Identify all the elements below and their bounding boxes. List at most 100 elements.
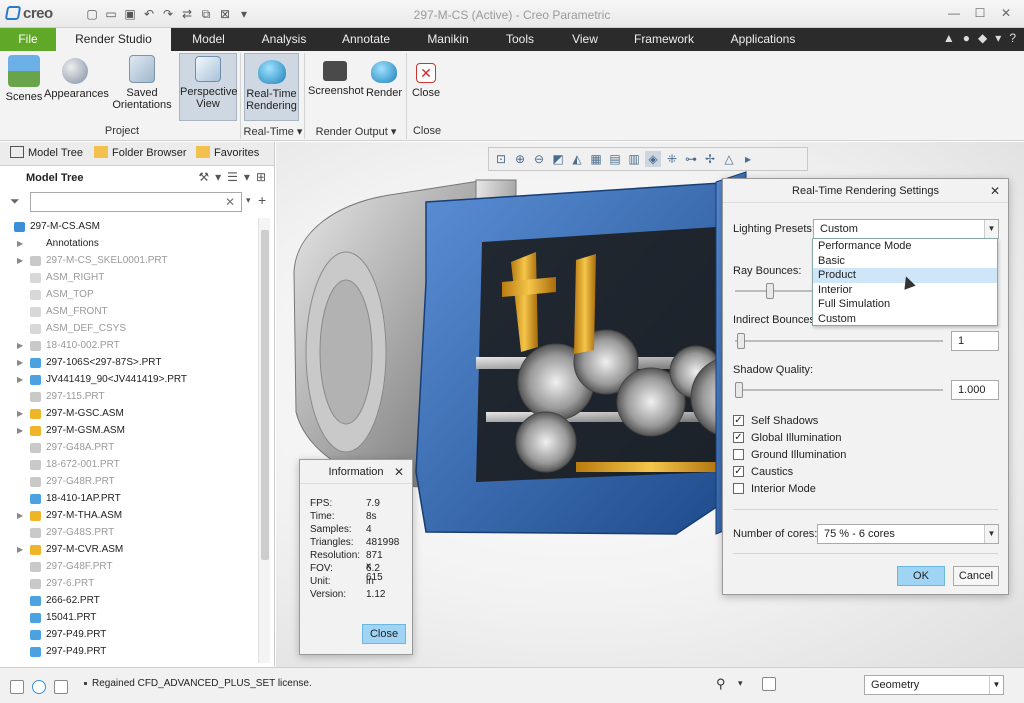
checked-box-icon[interactable]: ✓ xyxy=(733,466,744,477)
tree-row[interactable]: 18-672-001.PRT xyxy=(0,456,258,473)
ray-bounces-slider[interactable] xyxy=(766,283,774,299)
tree-row[interactable]: ▶ 297-M-THA.ASM xyxy=(0,507,258,524)
information-close-button[interactable]: Close xyxy=(362,624,406,644)
maximize-icon[interactable]: ☐ xyxy=(970,4,990,22)
expand-arrow-icon[interactable]: ▶ xyxy=(17,507,23,524)
tree-row[interactable]: 266-62.PRT xyxy=(0,592,258,609)
orient-icon[interactable]: ◭ xyxy=(569,151,585,167)
tab-favorites[interactable]: Favorites xyxy=(196,146,259,159)
tree-row[interactable]: ASM_DEF_CSYS xyxy=(0,320,258,337)
tree-row[interactable]: ▶ 297-M-GSC.ASM xyxy=(0,405,258,422)
zoom-out-icon[interactable]: ⊖ xyxy=(531,151,547,167)
expand-arrow-icon[interactable]: ▶ xyxy=(17,541,23,558)
tree-search-input[interactable]: ✕ xyxy=(30,192,242,212)
real-time-rendering-button[interactable]: Real-Time Rendering xyxy=(244,53,299,121)
group-render-output[interactable]: Render Output ▾ xyxy=(308,125,404,138)
lighting-presets-select[interactable]: Custom ▼ xyxy=(813,219,999,239)
tree-row[interactable]: 15041.PRT xyxy=(0,609,258,626)
close-button[interactable]: ✕ Close xyxy=(410,53,442,99)
tree-row[interactable]: 297-P49.PRT xyxy=(0,626,258,643)
expand-arrow-icon[interactable]: ▶ xyxy=(17,371,23,388)
tab-file[interactable]: File xyxy=(0,28,56,51)
tree-row[interactable]: 297-6.PRT xyxy=(0,575,258,592)
view-manager-icon[interactable]: ▥ xyxy=(626,151,642,167)
tree-row[interactable]: 297-G48S.PRT xyxy=(0,524,258,541)
show-icon[interactable]: ☰ xyxy=(227,170,238,184)
tree-row[interactable]: ▶ 297-M-CVR.ASM xyxy=(0,541,258,558)
tree-row[interactable]: 297-G48F.PRT xyxy=(0,558,258,575)
scenes-button[interactable]: Scenes xyxy=(4,53,44,103)
tab-annotate[interactable]: Annotate xyxy=(322,28,410,51)
browser-toggle-icon[interactable] xyxy=(32,680,46,694)
unchecked-box-icon[interactable] xyxy=(733,449,744,460)
add-icon[interactable]: + xyxy=(258,192,266,208)
tree-row[interactable]: 297-P49.PRT xyxy=(0,643,258,660)
tab-render-studio[interactable]: Render Studio xyxy=(56,28,171,51)
tree-row[interactable]: ASM_TOP xyxy=(0,286,258,303)
expand-arrow-icon[interactable]: ▶ xyxy=(17,422,23,439)
tab-framework[interactable]: Framework xyxy=(616,28,712,51)
tab-folder-browser[interactable]: Folder Browser xyxy=(94,146,187,159)
tree-row[interactable]: 297-G48R.PRT xyxy=(0,473,258,490)
cancel-button[interactable]: Cancel xyxy=(953,566,999,586)
saved-views-icon[interactable]: ▤ xyxy=(607,151,623,167)
saved-orientations-button[interactable]: Saved Orientations xyxy=(108,53,176,111)
dropdown-icon[interactable]: ▾ xyxy=(215,170,221,184)
tree-row[interactable]: 297-M-CS.ASM xyxy=(0,218,258,235)
shadow-quality-slider[interactable] xyxy=(735,382,743,398)
tab-applications[interactable]: Applications xyxy=(712,28,814,51)
indirect-bounces-input[interactable]: 1 xyxy=(951,331,999,351)
information-close-icon[interactable]: ✕ xyxy=(394,460,404,484)
checked-box-icon[interactable]: ✓ xyxy=(733,432,744,443)
window-close-icon[interactable]: ✕ xyxy=(996,4,1016,22)
repaint-icon[interactable]: ◩ xyxy=(550,151,566,167)
tree-row[interactable]: ASM_FRONT xyxy=(0,303,258,320)
number-of-cores-select[interactable]: 75 % - 6 cores ▼ xyxy=(817,524,999,544)
display-style-icon[interactable]: ▦ xyxy=(588,151,604,167)
preset-option[interactable]: Performance Mode xyxy=(813,239,997,254)
unchecked-box-icon[interactable] xyxy=(733,483,744,494)
tree-row[interactable]: 18-410-1AP.PRT xyxy=(0,490,258,507)
tab-manikin[interactable]: Manikin xyxy=(410,28,486,51)
find-dropdown-icon[interactable]: ▾ xyxy=(738,678,743,689)
tree-row[interactable]: ▶ 297-106S<297-87S>.PRT xyxy=(0,354,258,371)
preset-option[interactable]: Full Simulation xyxy=(813,297,997,312)
tab-model-tree[interactable]: Model Tree xyxy=(10,146,83,159)
search-dropdown-icon[interactable]: ▾ xyxy=(246,195,251,206)
tab-tools[interactable]: Tools xyxy=(486,28,554,51)
clear-search-icon[interactable]: ✕ xyxy=(225,195,235,209)
checked-box-icon[interactable]: ✓ xyxy=(733,415,744,426)
minimize-ribbon-icon[interactable]: ▲ xyxy=(943,31,955,45)
layers-icon[interactable]: ◆ xyxy=(978,31,987,45)
user-icon[interactable]: ● xyxy=(963,31,970,45)
tab-model[interactable]: Model xyxy=(171,28,246,51)
options-dropdown-icon[interactable]: ▾ xyxy=(995,31,1001,45)
tree-row[interactable]: ▶ Annotations xyxy=(0,235,258,252)
navigator-toggle-icon[interactable] xyxy=(10,680,24,694)
settings-icon[interactable]: ⚒ xyxy=(198,170,209,184)
tree-row[interactable]: ▶ JV441419_90<JV441419>.PRT xyxy=(0,371,258,388)
selected-items-icon[interactable] xyxy=(762,677,776,691)
triangle-icon[interactable]: △ xyxy=(721,151,737,167)
preset-option[interactable]: Custom xyxy=(813,312,997,327)
tree-row[interactable]: 297-115.PRT xyxy=(0,388,258,405)
minimize-icon[interactable]: — xyxy=(944,4,964,22)
zoom-in-icon[interactable]: ⊕ xyxy=(512,151,528,167)
refit-icon[interactable]: ⊡ xyxy=(493,151,509,167)
scroll-thumb[interactable] xyxy=(261,230,269,560)
selection-filter-select[interactable]: Geometry ▼ xyxy=(864,675,1004,695)
screenshot-button[interactable]: Screenshot xyxy=(308,53,364,97)
full-screen-icon[interactable] xyxy=(54,680,68,694)
datum-display-icon[interactable]: ⁜ xyxy=(664,151,680,167)
tree-row[interactable]: ASM_RIGHT xyxy=(0,269,258,286)
render-button[interactable]: Render xyxy=(364,53,404,99)
tree-row[interactable]: ▶ 297-M-CS_SKEL0001.PRT xyxy=(0,252,258,269)
group-realtime[interactable]: Real-Time ▾ xyxy=(242,125,304,138)
tree-row[interactable]: ▶ 18-410-002.PRT xyxy=(0,337,258,354)
expand-arrow-icon[interactable]: ▶ xyxy=(17,354,23,371)
annotation-display-icon[interactable]: ⊶ xyxy=(683,151,699,167)
dropdown-icon[interactable]: ▾ xyxy=(244,170,250,184)
tree-scrollbar[interactable] xyxy=(258,218,270,663)
expand-arrow-icon[interactable]: ▶ xyxy=(17,235,23,252)
tree-row[interactable]: ▶ 297-M-GSM.ASM xyxy=(0,422,258,439)
